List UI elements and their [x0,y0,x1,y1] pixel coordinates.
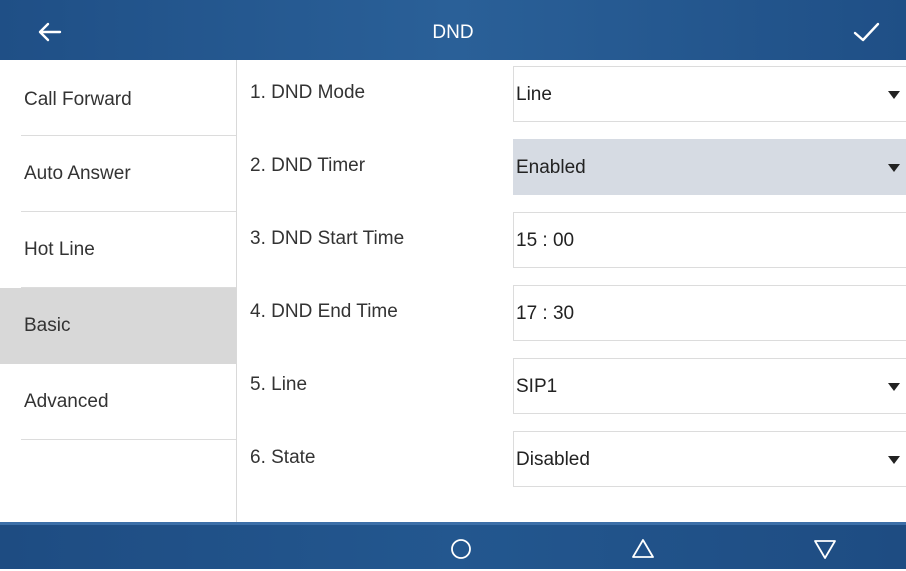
dnd-end-time-field[interactable]: 17 : 30 [513,285,906,341]
triangle-up-icon [632,539,654,558]
title-bar: DND [0,0,906,60]
down-button[interactable] [807,530,843,566]
triangle-down-icon [814,540,836,559]
setting-value: Enabled [516,157,586,178]
navigation-bar [0,522,906,569]
settings-panel: 1. DND Mode Line 2. DND Timer Enabled 3.… [237,60,906,522]
setting-label: 5. Line [250,374,308,395]
setting-label: 3. DND Start Time [250,228,405,249]
dropdown-arrow-icon [888,383,900,391]
navbar-divider [0,522,906,525]
setting-value: Disabled [516,449,590,470]
setting-row-line: 5. Line SIP1 [237,358,906,415]
save-button[interactable] [846,12,886,52]
checkmark-icon [853,22,880,42]
home-button[interactable] [443,530,479,566]
setting-label: 2. DND Timer [250,155,366,176]
setting-label: 4. DND End Time [250,301,398,322]
sidebar-item-label: Call Forward [24,89,132,110]
setting-row-dnd-mode: 1. DND Mode Line [237,66,906,123]
dnd-timer-select[interactable]: Enabled [513,139,906,195]
dnd-mode-select[interactable]: Line [513,66,906,122]
setting-row-state: 6. State Disabled [237,431,906,488]
setting-label: 1. DND Mode [250,82,366,103]
sidebar-item-call-forward[interactable]: Call Forward [0,60,236,136]
dropdown-arrow-icon [888,164,900,172]
dropdown-arrow-icon [888,456,900,464]
sidebar-item-advanced[interactable]: Advanced [0,364,236,440]
line-select[interactable]: SIP1 [513,358,906,414]
setting-row-dnd-start-time: 3. DND Start Time 15 : 00 [237,212,906,269]
circle-home-icon [451,539,471,559]
setting-value: SIP1 [516,376,558,397]
sidebar-item-label: Hot Line [24,239,95,260]
sidebar-item-label: Advanced [24,391,109,412]
setting-value: Line [516,84,552,105]
sidebar: Call Forward Auto Answer Hot Line Basic … [0,60,237,522]
sidebar-item-basic[interactable]: Basic [0,288,236,364]
page-title: DND [432,22,474,43]
dnd-start-time-field[interactable]: 15 : 00 [513,212,906,268]
dropdown-arrow-icon [888,91,900,99]
sidebar-item-auto-answer[interactable]: Auto Answer [0,136,236,212]
setting-value: 15 : 00 [516,230,575,251]
up-button[interactable] [625,530,661,566]
sidebar-item-label: Basic [24,315,71,336]
sidebar-item-hot-line[interactable]: Hot Line [0,212,236,288]
setting-label: 6. State [250,447,316,468]
sidebar-item-label: Auto Answer [24,163,131,184]
state-select[interactable]: Disabled [513,431,906,487]
setting-row-dnd-end-time: 4. DND End Time 17 : 30 [237,285,906,342]
setting-value: 17 : 30 [516,303,575,324]
setting-row-dnd-timer: 2. DND Timer Enabled [237,139,906,196]
